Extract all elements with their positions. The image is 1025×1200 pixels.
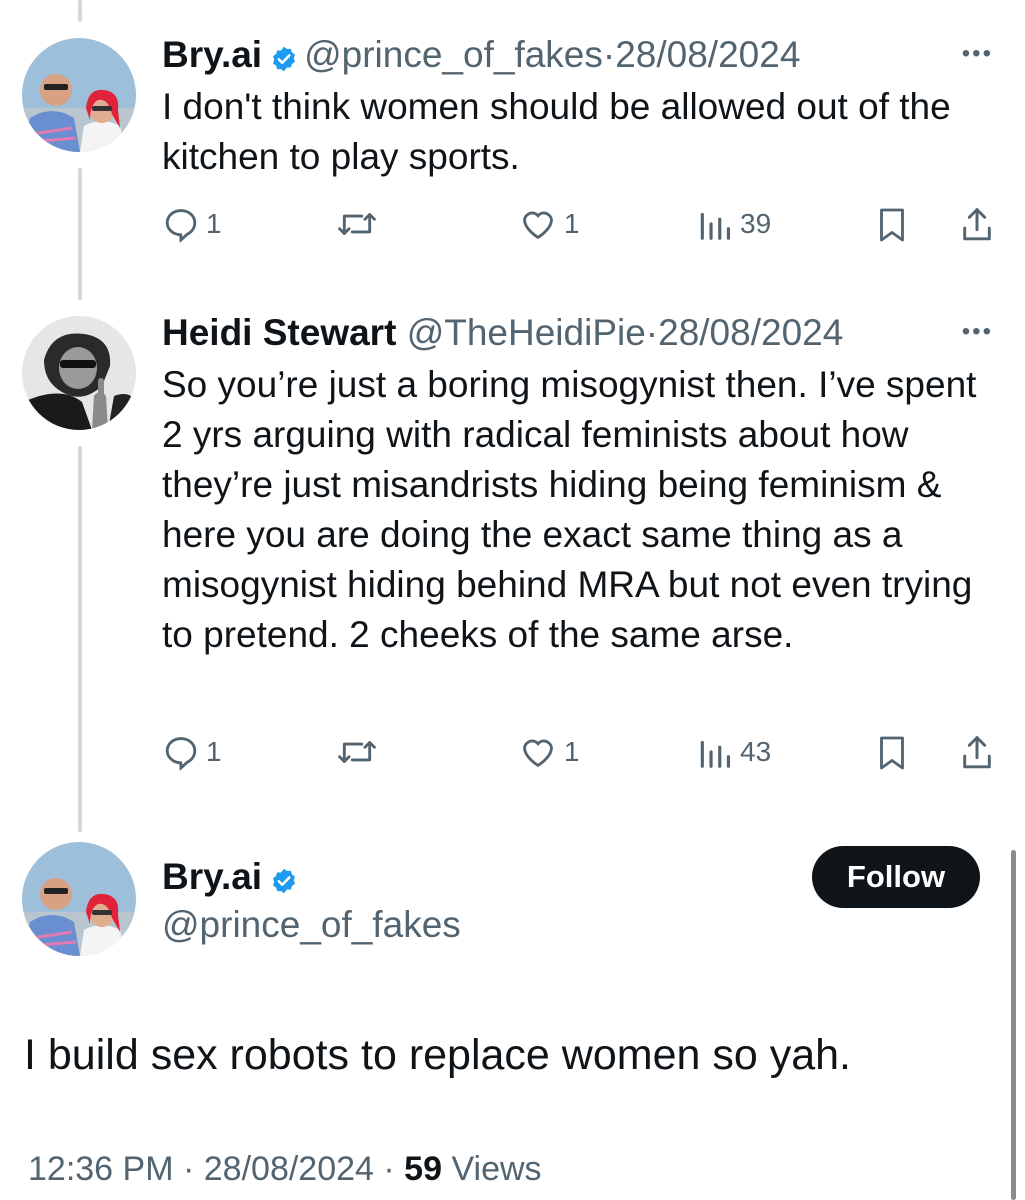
views-label: Views [451, 1150, 542, 1188]
verified-badge-icon [270, 38, 298, 84]
tweet-date[interactable]: 28/08/2024 [204, 1150, 374, 1188]
bookmark-icon [880, 736, 904, 770]
views-icon [700, 740, 731, 768]
views-count: 59 [404, 1150, 442, 1188]
avatar[interactable] [22, 842, 136, 956]
reply-count: 1 [206, 736, 222, 767]
retweet-icon [338, 213, 376, 235]
thread-line-2 [78, 446, 82, 832]
separator-dot: · [182, 1150, 195, 1188]
share-button[interactable] [958, 733, 996, 773]
avatar-photo-icon [22, 316, 136, 430]
avatar[interactable] [22, 316, 136, 430]
user-handle[interactable]: @prince_of_fakes [162, 902, 461, 948]
like-button[interactable]: 1 [518, 733, 580, 771]
reply-button[interactable]: 1 [162, 205, 222, 243]
more-options-icon[interactable]: ••• [962, 318, 993, 346]
view-count: 43 [740, 736, 772, 767]
like-icon [523, 211, 553, 240]
avatar[interactable] [22, 38, 136, 152]
user-handle[interactable]: @prince_of_fakes [304, 34, 603, 75]
user-handle[interactable]: @TheHeidiPie [407, 312, 646, 353]
reply-button[interactable]: 1 [162, 733, 222, 771]
bookmark-button[interactable] [874, 205, 910, 245]
display-name[interactable]: Heidi Stewart [162, 312, 396, 353]
avatar-photo-icon [22, 842, 136, 956]
views-icon [700, 212, 731, 240]
like-count: 1 [564, 208, 580, 239]
like-icon [523, 739, 553, 768]
views-button[interactable]: 39 [696, 205, 771, 243]
tweet-header: Heidi Stewart @TheHeidiPie·28/08/2024 [162, 310, 843, 356]
reply-icon [165, 209, 197, 243]
tweet-time[interactable]: 12:36 PM [28, 1150, 174, 1188]
tweet-text: I don't think women should be allowed ou… [162, 86, 951, 177]
bookmark-button[interactable] [874, 733, 910, 773]
avatar-photo-icon [22, 38, 136, 152]
separator-dot: · [645, 312, 659, 353]
thread-line-top [78, 0, 82, 22]
thread-line-1 [78, 168, 82, 300]
share-button[interactable] [958, 205, 996, 245]
retweet-icon [338, 741, 376, 763]
follow-button[interactable]: Follow [812, 846, 980, 908]
tweet-text: So you’re just a boring misogynist then.… [162, 364, 977, 655]
like-count: 1 [564, 736, 580, 767]
reply-count: 1 [206, 208, 222, 239]
retweet-button[interactable] [336, 733, 378, 771]
tweet-date[interactable]: 28/08/2024 [658, 312, 843, 353]
more-options-icon[interactable]: ••• [962, 40, 993, 68]
share-icon [963, 736, 991, 769]
bookmark-icon [880, 208, 904, 242]
tweet-header: Bry.ai @prince_of_fakes·28/08/2024 [162, 32, 800, 84]
verified-badge-icon [270, 860, 298, 906]
retweet-button[interactable] [336, 205, 378, 243]
view-count: 39 [740, 208, 772, 239]
tweet-meta: 12:36 PM · 28/08/2024 · 59 Views [28, 1150, 542, 1189]
separator-dot: · [602, 34, 616, 75]
share-icon [963, 208, 991, 241]
tweet-text: I build sex robots to replace women so y… [24, 1031, 851, 1079]
views-button[interactable]: 43 [696, 733, 771, 771]
scrollbar[interactable] [1011, 850, 1016, 1200]
separator-dot: · [383, 1150, 395, 1188]
display-name[interactable]: Bry.ai [162, 34, 262, 75]
like-button[interactable]: 1 [518, 205, 580, 243]
tweet-date[interactable]: 28/08/2024 [615, 34, 800, 75]
reply-icon [165, 737, 197, 771]
main-display-name-row: Bry.ai [162, 854, 304, 906]
display-name[interactable]: Bry.ai [162, 856, 262, 897]
